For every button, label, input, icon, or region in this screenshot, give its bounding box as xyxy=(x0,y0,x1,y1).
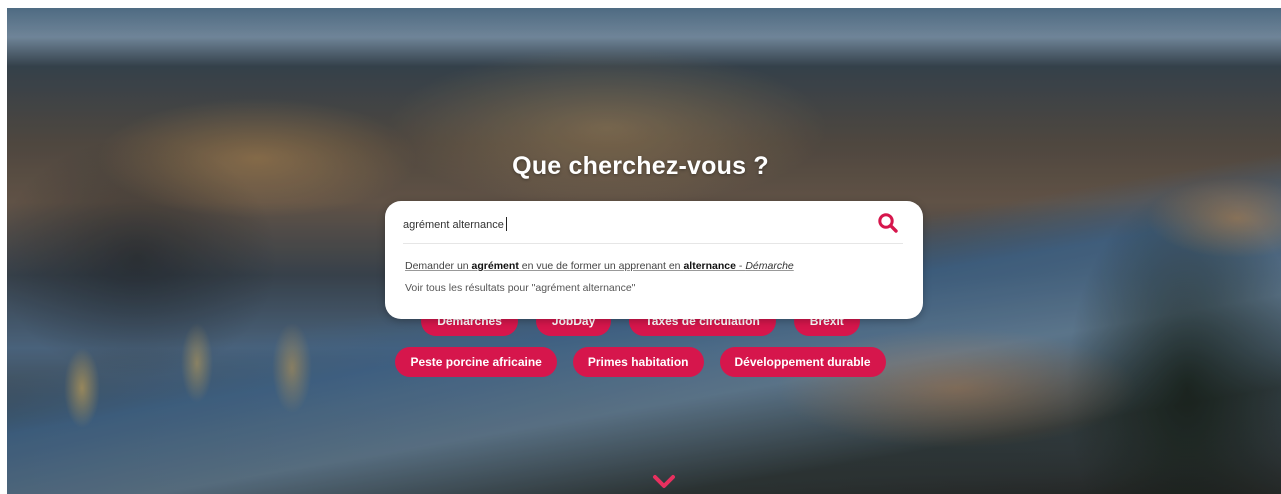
tag-peste-porcine-africaine[interactable]: Peste porcine africaine xyxy=(395,347,557,377)
suggestion-text-2: en vue de former un apprenant en xyxy=(518,260,684,272)
see-all-results-link[interactable]: Voir tous les résultats pour "agrément a… xyxy=(405,282,635,294)
suggestion-highlight-1: agrément xyxy=(471,260,519,272)
suggestion-text-1: Demander un xyxy=(405,260,472,272)
suggestion-highlight-2: alternance xyxy=(683,260,736,272)
suggestion-item[interactable]: Demander un agrément en vue de former un… xyxy=(405,260,794,272)
tag-primes-habitation[interactable]: Primes habitation xyxy=(572,347,704,377)
search-input[interactable] xyxy=(403,214,873,236)
search-icon[interactable] xyxy=(877,212,899,234)
chevron-down-icon[interactable] xyxy=(652,474,676,490)
search-panel: Demander un agrément en vue de former un… xyxy=(385,201,923,319)
suggestion-type: Démarche xyxy=(745,260,794,272)
suggestions-divider xyxy=(403,243,903,244)
suggestion-separator: - xyxy=(735,260,746,272)
text-caret xyxy=(506,217,507,231)
tag-developpement-durable[interactable]: Développement durable xyxy=(719,347,886,377)
popular-tags-row-2: Peste porcine africaine Primes habitatio… xyxy=(0,347,1281,377)
page-title: Que cherchez-vous ? xyxy=(512,152,769,180)
